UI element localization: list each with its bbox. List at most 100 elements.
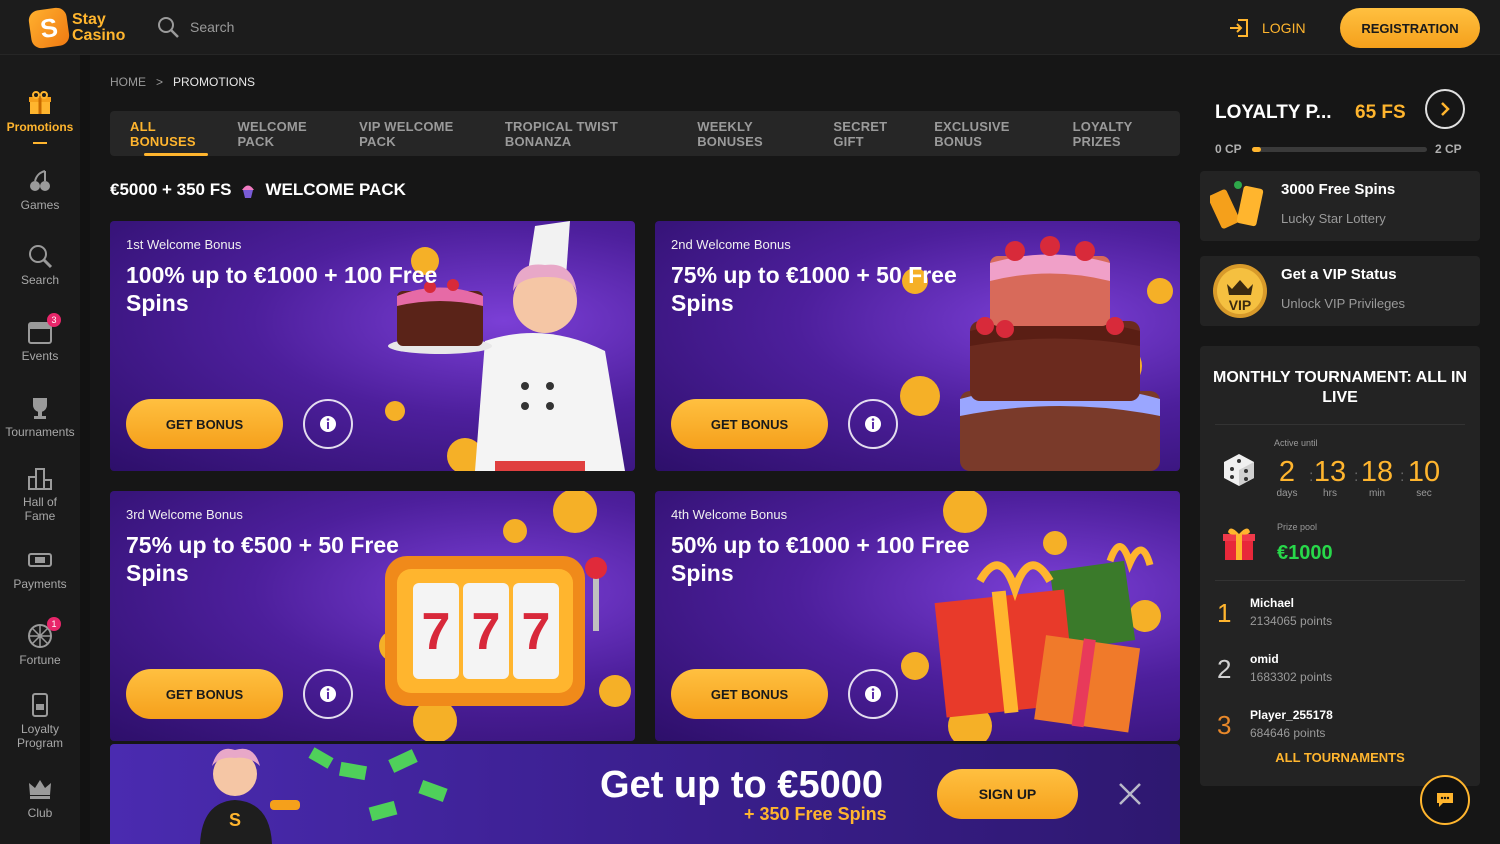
- bonus-card-2[interactable]: 2nd Welcome Bonus 75% up to €1000 + 50 F…: [655, 221, 1180, 471]
- grandma-money-gun-art: S: [200, 747, 448, 844]
- tab-loyalty-prizes[interactable]: LOYALTY PRIZES: [1073, 111, 1180, 156]
- active-until-label: Active until: [1274, 438, 1318, 448]
- section-title: €5000 + 350 FS WELCOME PACK: [110, 180, 406, 200]
- sidebar-divider: [80, 55, 90, 844]
- registration-button[interactable]: REGISTRATION: [1340, 8, 1480, 48]
- info-button[interactable]: [848, 669, 898, 719]
- chef-grandma-cake-art: [385, 221, 625, 471]
- tab-exclusive-bonus[interactable]: EXCLUSIVE BONUS: [934, 111, 1056, 156]
- sidebar-item-label: Search: [20, 273, 60, 287]
- countdown-minutes: 18 min: [1360, 456, 1394, 499]
- loyalty-next-button[interactable]: [1425, 89, 1465, 129]
- sidebar-item-games[interactable]: Games: [0, 168, 80, 212]
- get-bonus-button[interactable]: GET BONUS: [671, 399, 828, 449]
- sidebar-item-events[interactable]: 3 Events: [0, 313, 80, 363]
- sign-up-button[interactable]: SIGN UP: [937, 769, 1078, 819]
- tournament-panel: MONTHLY TOURNAMENT: ALL IN LIVE Active u…: [1200, 346, 1480, 786]
- sidebar-item-label: Payments: [13, 577, 67, 591]
- info-button[interactable]: [848, 399, 898, 449]
- cupcake-icon: [242, 185, 255, 198]
- all-tournaments-link[interactable]: ALL TOURNAMENTS: [1200, 750, 1480, 765]
- card-kicker: 2nd Welcome Bonus: [671, 237, 791, 252]
- info-icon: [865, 416, 881, 432]
- promo-tabs: ALL BONUSES WELCOME PACK VIP WELCOME PAC…: [110, 111, 1180, 156]
- loyalty-progress-fill: [1252, 147, 1261, 152]
- promo-title: 3000 Free Spins: [1281, 181, 1396, 198]
- tab-secret-gift[interactable]: SECRET GIFT: [833, 111, 918, 156]
- sidebar-item-label: Promotions: [6, 120, 74, 134]
- tab-vip-welcome-pack[interactable]: VIP WELCOME PACK: [359, 111, 489, 156]
- leader-name: Michael: [1250, 596, 1295, 610]
- login-button[interactable]: LOGIN: [1228, 16, 1306, 40]
- chat-button[interactable]: [1420, 775, 1470, 825]
- get-bonus-button[interactable]: GET BONUS: [126, 669, 283, 719]
- sidebar-item-promotions[interactable]: Promotions: [0, 90, 80, 144]
- sidebar-item-hall-of-fame[interactable]: Hall of Fame: [0, 465, 80, 523]
- active-indicator: [33, 142, 47, 144]
- divider: [1215, 580, 1465, 581]
- calendar-icon: 3: [27, 313, 61, 345]
- logo-mark-icon: S: [27, 6, 71, 50]
- card-kicker: 1st Welcome Bonus: [126, 237, 242, 252]
- get-bonus-button[interactable]: GET BONUS: [671, 669, 828, 719]
- bonus-card-4[interactable]: 4th Welcome Bonus 50% up to €1000 + 100 …: [655, 491, 1180, 741]
- lottery-tickets-icon: [1210, 181, 1264, 229]
- gift-icon: [27, 90, 53, 116]
- vip-card-icon: [27, 692, 53, 718]
- section-title-amount: €5000 + 350 FS: [110, 180, 232, 199]
- loyalty-free-spins: 65 FS: [1355, 102, 1406, 123]
- leader-name: omid: [1250, 652, 1279, 666]
- logo-line-2: Casino: [72, 27, 126, 44]
- card-kicker: 4th Welcome Bonus: [671, 507, 788, 522]
- svg-text:VIP: VIP: [1229, 297, 1252, 313]
- search-field[interactable]: Search: [156, 14, 234, 40]
- events-badge: 3: [47, 313, 61, 327]
- leader-points: 684646 points: [1250, 726, 1326, 740]
- promo-vip[interactable]: VIP Get a VIP Status Unlock VIP Privileg…: [1200, 256, 1480, 326]
- prize-pool-value: €1000: [1277, 542, 1333, 564]
- sidebar-item-fortune[interactable]: 1 Fortune: [0, 617, 80, 667]
- leader-rank: 3: [1217, 710, 1232, 740]
- login-icon: [1230, 19, 1248, 37]
- sidebar-item-search[interactable]: Search: [0, 243, 80, 287]
- sidebar-item-loyalty-program[interactable]: Loyalty Program: [0, 692, 80, 750]
- leader-points: 2134065 points: [1250, 614, 1333, 628]
- sidebar-item-club[interactable]: Club: [0, 776, 80, 820]
- info-button[interactable]: [303, 399, 353, 449]
- sidebar-item-label: Events: [21, 349, 59, 363]
- bonus-card-3[interactable]: 7 7 7 3rd Welcome Bonus 75% up to €500 +…: [110, 491, 635, 741]
- countdown-seconds: 10 sec: [1407, 456, 1441, 499]
- countdown-hours: 13 hrs: [1313, 456, 1347, 499]
- sidebar-item-tournaments[interactable]: Tournaments: [0, 395, 80, 439]
- gift-boxes-art: [901, 491, 1161, 741]
- svg-text:S: S: [229, 810, 241, 830]
- site-logo[interactable]: S Stay Casino: [27, 6, 126, 50]
- sidebar-item-label: Games: [20, 198, 60, 212]
- info-button[interactable]: [303, 669, 353, 719]
- search-icon: [158, 17, 179, 38]
- breadcrumb-home[interactable]: HOME: [110, 75, 146, 89]
- tab-all-bonuses[interactable]: ALL BONUSES: [130, 111, 222, 156]
- logo-line-1: Stay: [72, 11, 106, 28]
- crown-icon: [27, 776, 53, 802]
- get-bonus-button[interactable]: GET BONUS: [126, 399, 283, 449]
- countdown-days: 2 days: [1276, 456, 1298, 499]
- breadcrumb-separator: >: [156, 75, 164, 89]
- tab-weekly-bonuses[interactable]: WEEKLY BONUSES: [697, 111, 817, 156]
- card-icon: [27, 547, 53, 573]
- tab-tropical-twist-bonanza[interactable]: TROPICAL TWIST BONANZA: [505, 111, 681, 156]
- leader-name: Player_255178: [1250, 708, 1333, 722]
- sidebar-item-payments[interactable]: Payments: [0, 547, 80, 591]
- promo-lottery[interactable]: 3000 Free Spins Lucky Star Lottery: [1200, 171, 1480, 241]
- bonus-card-1[interactable]: 1st Welcome Bonus 100% up to €1000 + 100…: [110, 221, 635, 471]
- close-icon[interactable]: [1116, 780, 1144, 808]
- tab-welcome-pack[interactable]: WELCOME PACK: [238, 111, 344, 156]
- svg-text:7: 7: [472, 603, 501, 661]
- top-bar: S Stay Casino Search LOGIN REGISTRATION: [0, 0, 1500, 55]
- wheel-icon: 1: [27, 617, 61, 649]
- leader-rank: 2: [1217, 654, 1232, 684]
- dice-icon: [1224, 454, 1254, 486]
- sidebar-item-label: Loyalty Program: [16, 722, 63, 750]
- section-title-label: WELCOME PACK: [265, 180, 406, 199]
- svg-text:7: 7: [522, 603, 551, 661]
